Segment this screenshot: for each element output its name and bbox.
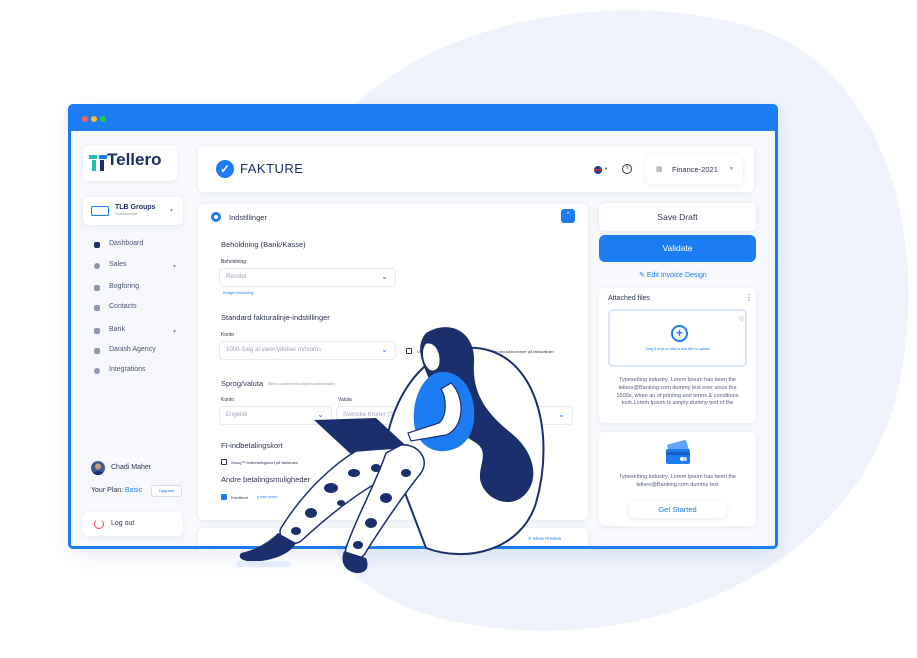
caret-down-icon: ▼ [604, 166, 608, 171]
page: Tellero TLB Groups Checkaccount ▼ Dashbo… [0, 0, 917, 658]
chevron-down-icon: ⌄ [381, 272, 388, 281]
save-draft-button[interactable]: Save Draft [599, 203, 756, 231]
user-avatar-icon [92, 463, 104, 475]
company-subtitle: Checkaccount [115, 212, 138, 216]
sales-icon [94, 263, 100, 269]
bank-icon [94, 328, 100, 334]
company-name: TLB Groups [115, 204, 156, 211]
project-selector[interactable]: ▦ Finance-2021 ▼ [646, 155, 743, 184]
agency-icon [94, 348, 100, 354]
settings-title: Indstillinger [229, 213, 267, 222]
help-icon[interactable]: ? [622, 164, 632, 174]
contacts-icon [94, 305, 100, 311]
edit-invoice-design-label: Edit Invoice Design [646, 272, 707, 279]
uk-flag-icon[interactable] [594, 166, 602, 174]
holding-title-suffix: (Bank/Kasse) [260, 240, 306, 249]
company-switcher[interactable]: TLB Groups Checkaccount ▼ [83, 197, 183, 225]
avatar [91, 461, 105, 475]
page-title: FAKTURE [240, 161, 304, 176]
file-dropzone[interactable]: ⓘ + Drag & drop or click to add files to… [608, 309, 747, 367]
check-circle-icon: ✓ [216, 160, 234, 178]
holding-select-value: Revolut [226, 274, 247, 280]
fi-checkbox[interactable] [221, 459, 227, 465]
folder-icon: ▦ [656, 166, 663, 173]
holding-title: Beholdning [221, 240, 259, 249]
sidebar-item-label: Contacts [109, 303, 137, 310]
attached-files-card: Attached files ⋮ ⓘ + Drag & drop or clic… [599, 288, 756, 423]
window-maximize-dot[interactable] [100, 116, 106, 122]
promo-card: Typesetting industry. Lorem Ipsum has be… [599, 432, 756, 526]
attached-description: Typesetting industry. Lorem Ipsum has be… [616, 377, 739, 407]
pencil-icon: ✎ [639, 272, 645, 279]
bookkeeping-icon [94, 285, 100, 291]
holding-section-title: Beholdning (Bank/Kasse) [221, 240, 306, 249]
project-name: Finance-2021 [672, 165, 718, 174]
user-name: Chadi Maher [111, 464, 152, 471]
holding-field-label: Beholdning [221, 259, 247, 265]
creditcard-checkbox[interactable] [221, 494, 227, 500]
upgrade-button[interactable]: Upgrade [151, 485, 182, 497]
sidebar-item-label: Bogforing [109, 283, 139, 290]
gear-icon [211, 212, 221, 222]
brand-logo[interactable]: Tellero [83, 145, 177, 181]
logout-button[interactable]: Log out [83, 512, 183, 536]
power-icon [94, 519, 104, 529]
plan-label: Your Plan: [91, 487, 124, 494]
page-header: ✓ FAKTURE ▼ ? ▦ Finance-2021 ▼ [198, 146, 754, 192]
sidebar-item-label: Sales [109, 261, 127, 268]
invoice-line-section-title: Standard fakturalinje-indstillinger [221, 313, 330, 322]
window-titlebar [71, 107, 775, 131]
chevron-down-icon: ▼ [729, 166, 734, 172]
credit-card-icon [666, 440, 690, 464]
edit-holding-link[interactable]: Rediger beholdning [223, 291, 253, 295]
get-started-button[interactable]: Get Started [629, 501, 726, 518]
validate-button[interactable]: Validate [599, 235, 756, 262]
promo-description: Typesetting industry. Lorem Ipsum has be… [619, 474, 736, 488]
collapse-button[interactable]: ⌃ [561, 209, 575, 223]
tellero-logo-icon [89, 155, 107, 171]
company-logo-icon [91, 206, 109, 216]
sidebar-item-label: Bank [109, 326, 125, 333]
sidebar-item-label: Integrations [109, 366, 146, 373]
dropzone-hint: Drag & drop or click to add files to upl… [645, 347, 710, 351]
dashboard-icon [94, 242, 100, 248]
attached-files-title: Attached files [608, 295, 651, 302]
more-options-icon[interactable]: ⋮ [745, 293, 753, 302]
brand-name: Tellero [107, 150, 162, 169]
chevron-down-icon: ▼ [172, 264, 177, 270]
integrations-icon [94, 368, 100, 374]
plan-info: Your Plan: Basic [91, 487, 142, 494]
sidebar-item-label: Danish Agency [109, 346, 156, 353]
invoice-line-field-label: Konto [221, 332, 235, 338]
sidebar-item-label: Dashboard [109, 240, 144, 247]
info-icon[interactable]: ⓘ [739, 315, 744, 322]
woman-with-laptop-illustration [236, 327, 545, 574]
window-close-dot[interactable] [82, 116, 88, 122]
logout-label: Log out [111, 520, 135, 527]
plan-value: Basic [125, 487, 143, 494]
user-profile[interactable]: Chadi Maher [91, 461, 181, 477]
chevron-down-icon: ▼ [172, 329, 177, 335]
language-field-label: Konto [221, 397, 235, 403]
edit-invoice-design-link[interactable]: ✎ Edit Invoice Design [639, 271, 707, 279]
chevron-down-icon: ▼ [169, 208, 174, 214]
add-file-icon: + [671, 325, 688, 342]
window-minimize-dot[interactable] [91, 116, 97, 122]
holding-select[interactable]: Revolut ⌄ [219, 268, 396, 287]
